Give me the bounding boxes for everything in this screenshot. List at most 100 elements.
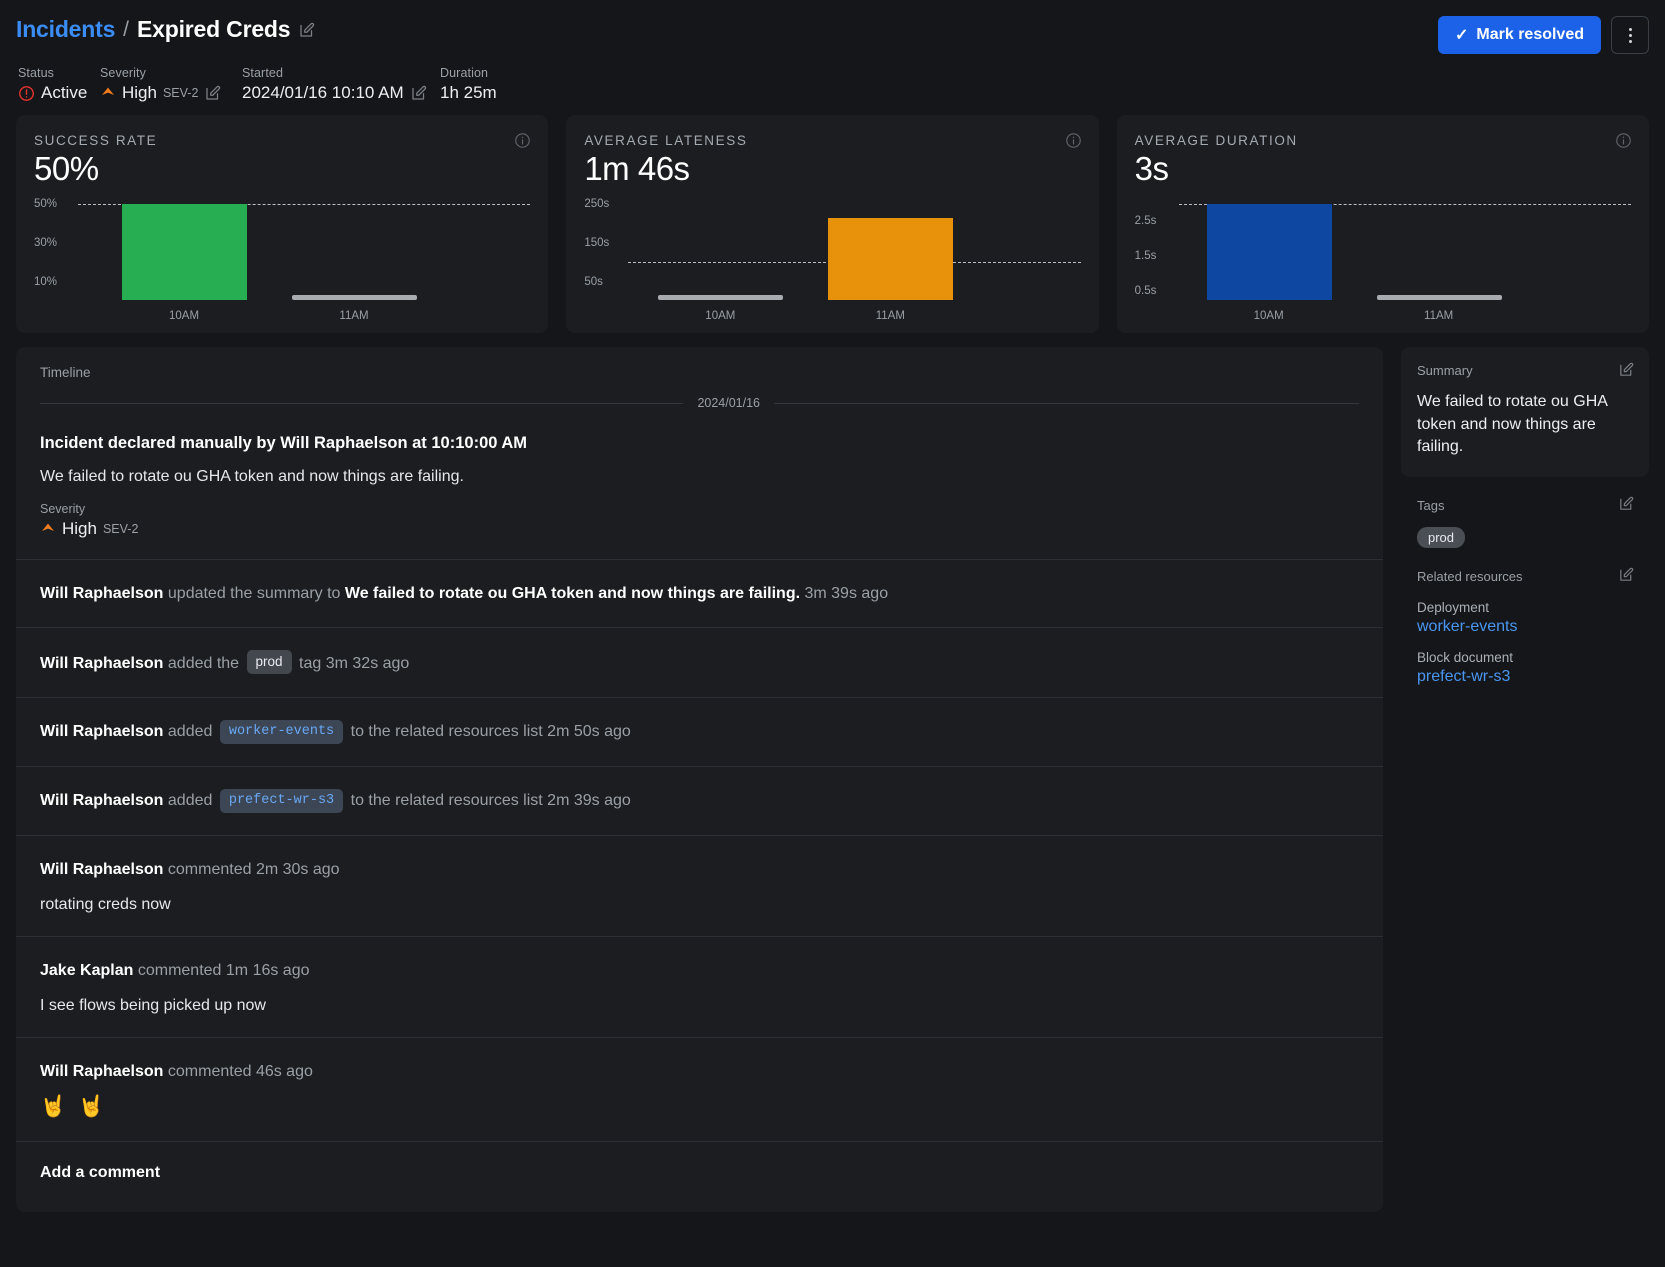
bar-11am-stub: [292, 295, 417, 300]
x-tick: 10AM: [705, 310, 736, 322]
entry-author: Will Raphaelson: [40, 860, 164, 878]
resource-chip[interactable]: worker-events: [219, 720, 344, 744]
breadcrumb-incidents-link[interactable]: Incidents: [16, 16, 115, 43]
pencil-square-icon[interactable]: [1618, 361, 1635, 378]
entry-time: 2m 30s ago: [255, 860, 340, 878]
alert-circle-icon: [18, 85, 35, 102]
timeline-header: Timeline: [40, 365, 91, 380]
entry-action: added: [167, 723, 213, 741]
metric-value: 3s: [1134, 150, 1169, 187]
y-tick: 0.5s: [1134, 285, 1157, 297]
meta-status: Status Active: [18, 66, 100, 103]
timeline-entry-comment: Will Raphaelson commented 2m 30s ago rot…: [16, 836, 1383, 937]
timeline-entry-text: Will Raphaelson added prefect-wr-s3 to t…: [40, 788, 1359, 813]
timeline-entry-text: Will Raphaelson added worker-events to t…: [40, 720, 1359, 744]
duration-value: 1h 25m: [440, 83, 497, 102]
status-label: Status: [18, 66, 55, 80]
page-title: Expired Creds: [137, 16, 291, 42]
meta-severity: Severity High SEV-2: [100, 66, 242, 103]
timeline-entry: Will Raphaelson updated the summary to W…: [16, 560, 1383, 629]
meta-duration: Duration 1h 25m: [440, 66, 580, 103]
comment-body: rotating creds now: [40, 895, 171, 913]
tag-chip[interactable]: prod: [246, 650, 292, 674]
chevron-up-filled-icon: [100, 85, 116, 101]
info-circle-icon[interactable]: [514, 132, 531, 149]
resource-chip[interactable]: prefect-wr-s3: [219, 788, 344, 813]
status-badge: Active: [41, 83, 88, 102]
incident-detail-page: Incidents / Expired Creds ✓ Mark resolve…: [0, 0, 1665, 1267]
x-tick: 11AM: [875, 310, 905, 322]
declared-severity-code: SEV-2: [102, 522, 139, 536]
timeline-entry-text: Will Raphaelson updated the summary to W…: [40, 582, 1359, 605]
entry-action: updated the summary to: [167, 585, 341, 602]
tag-pill[interactable]: prod: [1417, 527, 1466, 549]
info-circle-icon[interactable]: [1065, 132, 1082, 149]
pencil-square-icon[interactable]: [298, 21, 316, 39]
divider-rule-left: [40, 402, 684, 404]
entry-author: Jake Kaplan: [40, 961, 134, 979]
metric-card-average-duration: AVERAGE DURATION 3s 2.5s 1.5s 0.5s 10AM …: [1116, 115, 1649, 333]
chart-success-rate: 50% 30% 10% 10AM 11AM: [34, 196, 531, 322]
entry-time: 3m 32s ago: [325, 655, 410, 673]
resource-kind: Block document: [1417, 650, 1514, 666]
timeline-entry-text: Jake Kaplan commented 1m 16s ago: [40, 959, 1359, 982]
timeline-date: 2024/01/16: [697, 396, 760, 410]
entry-action-after: tag: [299, 655, 322, 673]
mark-resolved-button[interactable]: ✓ Mark resolved: [1437, 16, 1601, 54]
metric-value: 50%: [34, 150, 99, 187]
pencil-square-icon[interactable]: [204, 84, 222, 102]
resource-link-block-document[interactable]: prefect-wr-s3: [1417, 668, 1633, 686]
pencil-square-icon[interactable]: [1618, 495, 1635, 512]
y-tick: 50%: [34, 198, 58, 210]
entry-time: 2m 39s ago: [547, 791, 631, 809]
entry-author: Will Raphaelson: [40, 655, 164, 673]
metric-card-average-lateness: AVERAGE LATENESS 1m 46s 250s 150s 50s 10…: [566, 115, 1099, 333]
y-tick: 30%: [34, 237, 58, 249]
summary-label: Summary: [1417, 363, 1473, 378]
y-tick: 250s: [584, 198, 610, 210]
declared-severity-value: High: [62, 519, 97, 538]
timeline-entry: Will Raphaelson added prefect-wr-s3 to t…: [16, 767, 1383, 836]
body-row: Timeline 2024/01/16 Incident declared ma…: [0, 333, 1665, 1213]
severity-value: High: [122, 83, 157, 102]
metric-title: AVERAGE DURATION: [1134, 133, 1298, 148]
resource-kind: Deployment: [1417, 600, 1490, 616]
timeline-entry-comment: Will Raphaelson commented 46s ago 🤘 🤘: [16, 1038, 1383, 1143]
pencil-square-icon[interactable]: [410, 84, 428, 102]
chart-plot-area: [1179, 196, 1631, 300]
started-value-row: 2024/01/16 10:10 AM: [242, 83, 440, 103]
bar-10am: [122, 204, 247, 300]
resource-link-deployment[interactable]: worker-events: [1417, 618, 1633, 636]
add-comment-input[interactable]: Add a comment: [16, 1142, 1383, 1212]
tags-section: Tags prod: [1401, 477, 1649, 549]
entry-action: added: [167, 791, 213, 809]
timeline-panel: Timeline 2024/01/16 Incident declared ma…: [16, 347, 1383, 1213]
bar-10am-stub: [658, 295, 784, 300]
status-value-row: Active: [18, 83, 100, 103]
header-actions: ✓ Mark resolved: [1437, 16, 1649, 54]
related-resources-label: Related resources: [1417, 569, 1523, 585]
summary-card: Summary We failed to rotate ou GHA token…: [1401, 347, 1649, 478]
declared-severity-row: High SEV-2: [40, 519, 1359, 539]
declared-summary: We failed to rotate ou GHA token and now…: [40, 468, 464, 485]
y-tick: 2.5s: [1134, 215, 1157, 227]
started-label: Started: [242, 66, 284, 80]
more-options-button[interactable]: [1611, 16, 1649, 54]
entry-action: commented: [167, 1062, 252, 1080]
breadcrumb: Incidents / Expired Creds: [16, 16, 316, 43]
timeline-entry-text: Will Raphaelson commented 2m 30s ago: [40, 858, 1359, 881]
bar-10am: [1206, 204, 1332, 300]
chevron-up-filled-icon: [40, 521, 56, 537]
metric-card-success-rate: SUCCESS RATE 50% 50% 30% 10% 10AM 11AM: [16, 115, 549, 333]
declared-title: Incident declared manually by Will Rapha…: [40, 434, 528, 452]
pencil-square-icon[interactable]: [1618, 566, 1635, 583]
timeline-entry-declared: Incident declared manually by Will Rapha…: [16, 410, 1383, 560]
info-circle-icon[interactable]: [1615, 132, 1632, 149]
resource-item: Block document prefect-wr-s3: [1417, 650, 1633, 686]
mark-resolved-label: Mark resolved: [1476, 26, 1584, 43]
entry-action-after: to the related resources list: [350, 791, 543, 809]
chart-average-duration: 2.5s 1.5s 0.5s 10AM 11AM: [1135, 196, 1631, 322]
resource-item: Deployment worker-events: [1417, 600, 1633, 636]
entry-new-summary: We failed to rotate ou GHA token and now…: [344, 585, 801, 602]
timeline-entry: Will Raphaelson added the prod tag 3m 32…: [16, 628, 1383, 699]
